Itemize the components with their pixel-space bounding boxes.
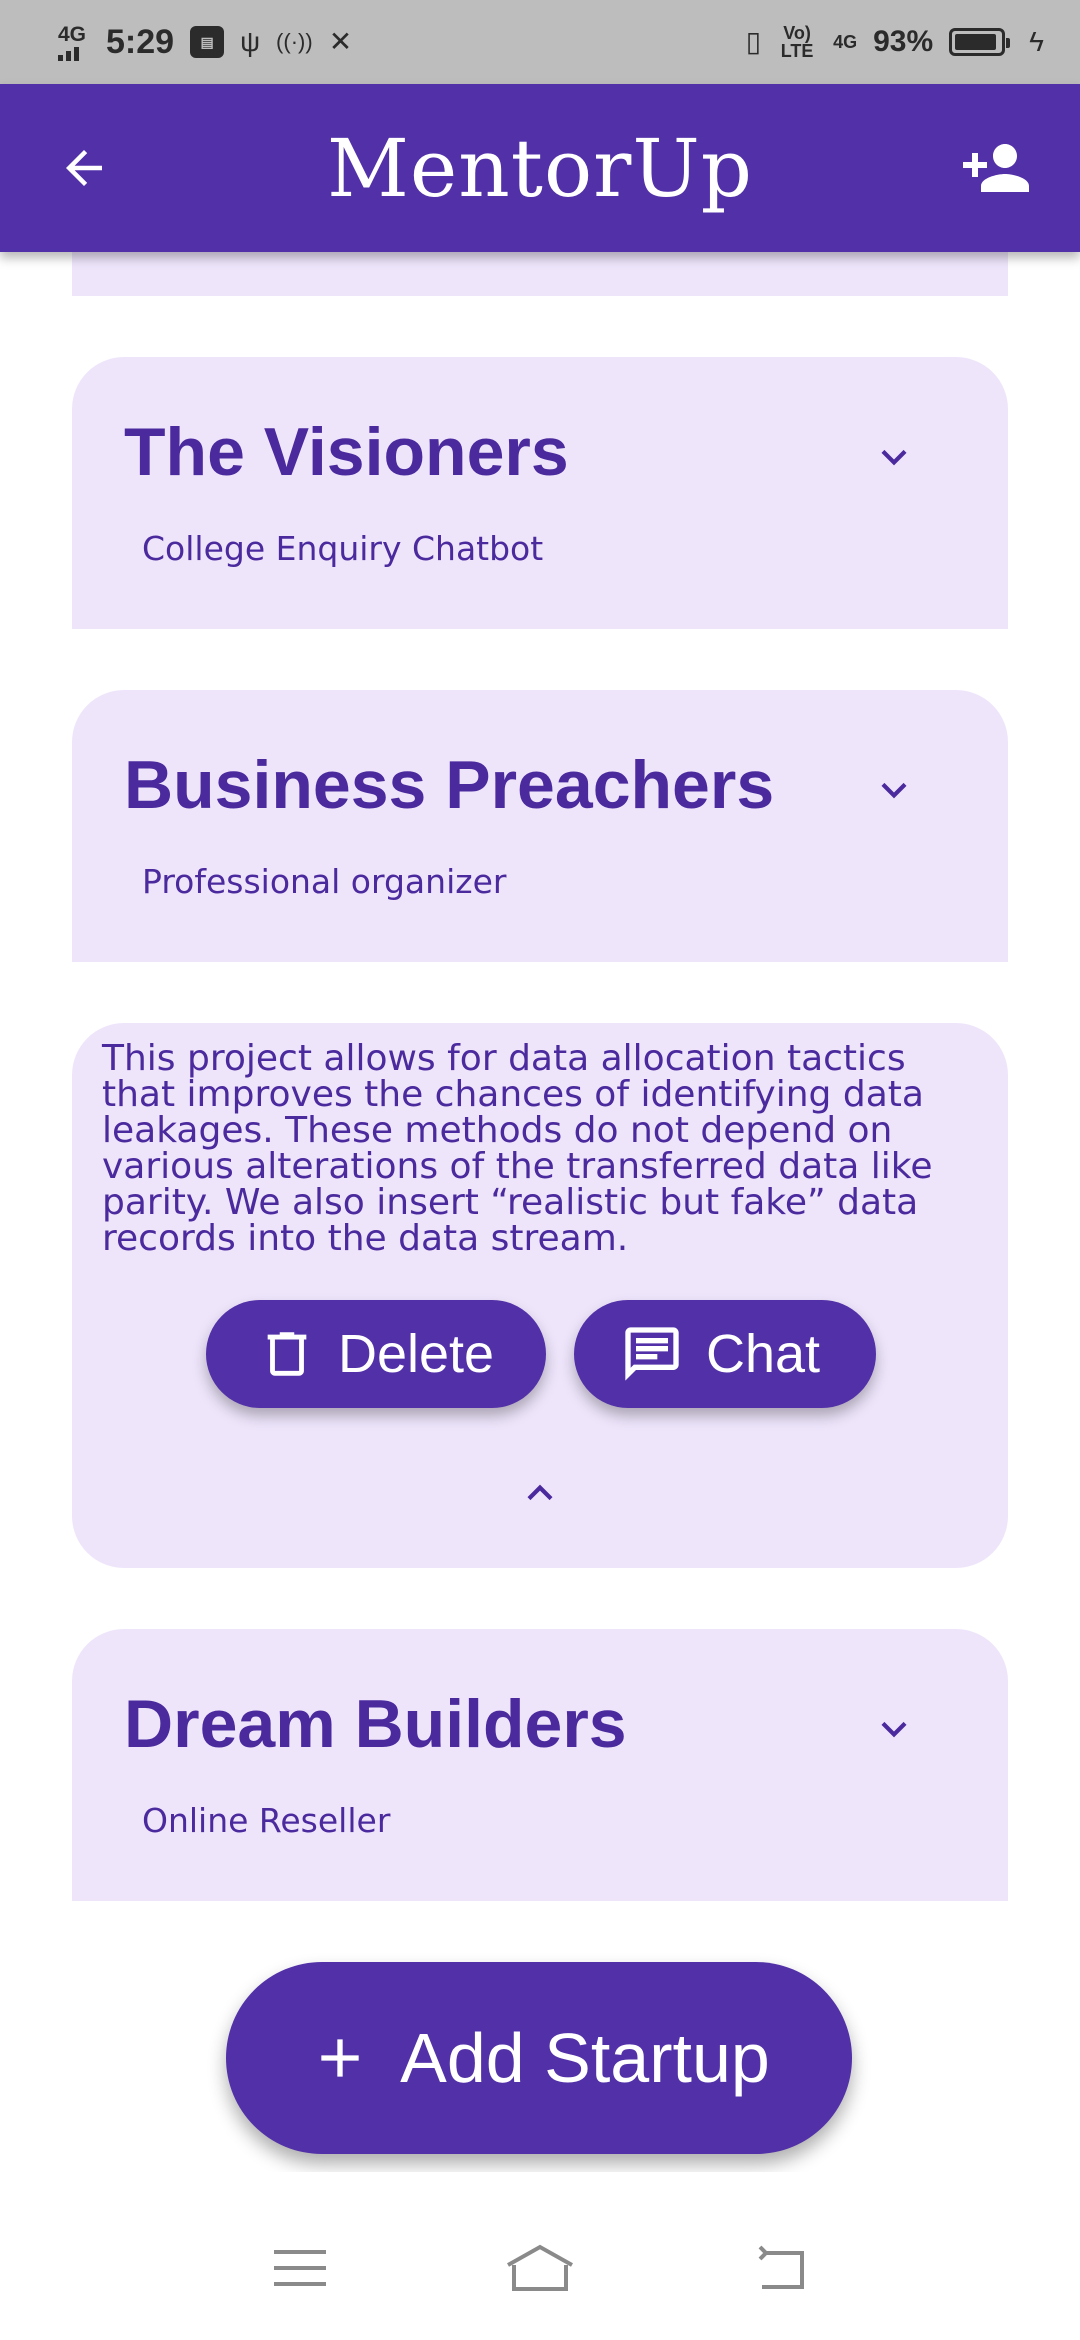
hotspot-icon: ((·)) — [276, 29, 313, 54]
nav-back-button[interactable] — [730, 2218, 830, 2318]
nav-menu-button[interactable] — [250, 2218, 350, 2318]
startup-name: Business Preachers — [124, 747, 775, 823]
signal-icon: 4G — [58, 24, 86, 61]
system-nav-bar — [0, 2196, 1080, 2340]
chevron-down-icon — [881, 1721, 907, 1738]
back-button[interactable] — [0, 84, 168, 252]
add-person-button[interactable] — [912, 84, 1080, 252]
chevron-up-icon — [527, 1484, 553, 1501]
startup-project: Professional organizer — [142, 862, 507, 901]
battery-percent: 93% — [873, 25, 934, 58]
delete-button[interactable]: Delete — [206, 1300, 546, 1408]
person-add-icon — [963, 144, 1029, 192]
nav-home-button[interactable] — [490, 2218, 590, 2318]
startup-card[interactable]: Business Preachers Professional organize… — [72, 690, 1008, 962]
arrow-left-icon — [66, 150, 102, 186]
plus-icon — [321, 2039, 359, 2077]
screen: 4G 5:29 ▤ ψ ((·)) ✕ ▯ Vo) LTE 4G 93% ϟ M… — [0, 0, 1080, 2340]
delete-label: Delete — [338, 1324, 495, 1384]
network-4g-indicator: 4G — [833, 32, 858, 52]
trash-icon — [267, 1332, 307, 1376]
battery-level — [955, 34, 997, 50]
status-bar-left: 4G 5:29 ▤ ψ ((·)) ✕ — [58, 23, 352, 62]
startup-card-partial — [72, 252, 1008, 296]
startup-project: College Enquiry Chatbot — [142, 529, 544, 568]
chat-button[interactable]: Chat — [574, 1300, 876, 1408]
add-startup-label: Add Startup — [400, 2019, 770, 2097]
expand-button[interactable] — [864, 760, 924, 820]
startup-card[interactable]: The Visioners College Enquiry Chatbot — [72, 357, 1008, 629]
startup-name: The Visioners — [124, 414, 569, 490]
startup-project: Online Reseller — [142, 1801, 391, 1840]
back-icon — [758, 2245, 804, 2289]
startup-list: The Visioners College Enquiry Chatbot Bu… — [0, 252, 1080, 2172]
clock: 5:29 — [106, 22, 175, 61]
menu-icon — [274, 2250, 326, 2286]
expand-button[interactable] — [864, 1699, 924, 1759]
vibrate-icon: ▯ — [745, 26, 762, 57]
chevron-down-icon — [881, 782, 907, 799]
startup-description: This project allows for data allocation … — [102, 1038, 933, 1259]
tools-icon: ✕ — [328, 26, 353, 57]
network-type-small: 4G — [58, 22, 87, 46]
startup-card-expanded: This project allows for data allocation … — [72, 1023, 1008, 1568]
chat-icon — [625, 1327, 679, 1381]
startup-card[interactable]: Dream Builders Online Reseller — [72, 1629, 1008, 1901]
charging-icon: ϟ — [1029, 26, 1044, 57]
status-bar-right: ▯ Vo) LTE 4G 93% ϟ — [746, 24, 1044, 60]
status-bar: 4G 5:29 ▤ ψ ((·)) ✕ ▯ Vo) LTE 4G 93% ϟ — [0, 0, 1080, 84]
battery-icon — [949, 28, 1011, 56]
volte-indicator: Vo) LTE — [780, 23, 814, 61]
expand-button[interactable] — [864, 427, 924, 487]
chevron-down-icon — [881, 449, 907, 466]
collapse-button[interactable] — [510, 1463, 570, 1523]
usb-icon: ψ — [240, 26, 261, 57]
app-title: MentorUp — [327, 121, 753, 215]
chat-label: Chat — [706, 1324, 821, 1384]
home-icon — [507, 2244, 573, 2291]
startup-name: Dream Builders — [124, 1686, 627, 1762]
notification-badge-icon: ▤ — [190, 26, 225, 58]
app-bar: MentorUp — [0, 84, 1080, 252]
add-startup-button[interactable]: Add Startup — [226, 1962, 852, 2154]
